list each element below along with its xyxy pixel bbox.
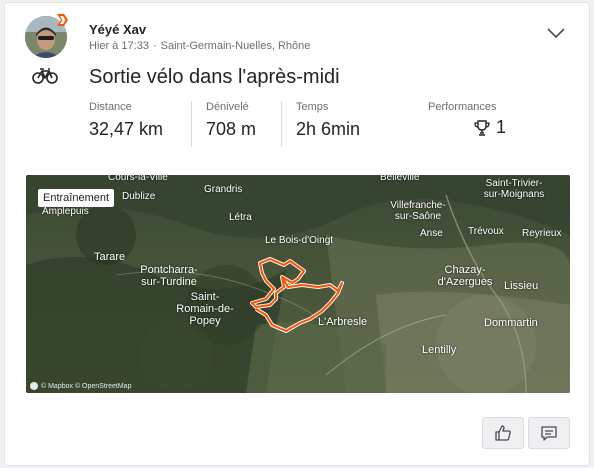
stat-distance: Distance 32,47 km [89,101,163,147]
map-label: Lentilly [422,344,457,356]
map-label: Dommartin [484,317,538,329]
workout-tag: Entraînement [38,189,115,207]
stat-elevation: Dénivelé 708 m [191,101,256,147]
map-label: Tarare [94,251,126,263]
comment-button[interactable] [528,417,570,449]
stat-label: Temps [296,101,329,113]
stat-label: Performances [428,101,497,113]
map-attribution[interactable]: © Mapbox © OpenStreetMap [30,382,131,390]
activity-time: Hier à 17:33 [89,40,149,52]
stat-label: Dénivelé [206,101,249,113]
trophy-count: 1 [472,117,506,138]
map-label: Trévoux [468,226,504,237]
activity-location: Saint-Germain-Nuelles, Rhône [160,40,311,52]
chevron-down-icon[interactable] [545,25,567,41]
comment-icon [541,426,557,441]
activity-title[interactable]: Sortie vélo dans l'après-midi [89,66,340,89]
map-label: Belleville [380,175,420,183]
activity-stats: Distance 32,47 km Dénivelé 708 m Temps 2… [89,101,579,147]
stat-label: Distance [89,101,132,113]
map-label: Pontcharra-sur-Turdine [140,264,198,288]
stat-value: 1 [496,117,507,137]
map-label: Cours-la-Ville [108,175,168,183]
bike-icon [32,68,58,84]
map-label: Grandris [204,184,243,195]
map-label: Dublize [122,191,156,202]
map-label: Amplepuis [42,206,89,217]
map-label: Villefranche-sur-Saône [390,200,446,222]
stat-time: Temps 2h 6min [281,101,360,147]
map-label: Lissieu [504,280,539,292]
trophy-icon [474,119,490,136]
map-label: Saint-Trivier-sur-Moignans [483,178,545,200]
athlete-name[interactable]: Yéyé Xav [89,22,146,37]
activity-meta: Hier à 17:33 · Saint-Germain-Nuelles, Rhôn… [89,40,310,52]
mapbox-logo-icon [30,382,38,390]
map-label: Létra [229,212,252,223]
map-label: Saint-Romain-de-Popey [176,291,234,327]
meta-separator: · [152,40,157,52]
route-map[interactable]: Entraînement Cours-la-Ville Dublize Ampl… [26,175,570,393]
map-label: Chazay-d'Azergues [437,264,493,288]
activity-card: Yéyé Xav Hier à 17:33 · Saint-Germain-Nuel… [4,2,590,466]
stat-performances[interactable]: Performances 1 [428,101,506,147]
kudos-button[interactable] [482,417,524,449]
attribution-text: © Mapbox © OpenStreetMap [41,382,132,390]
map-label: L'Arbresle [318,316,368,328]
map-label: Anse [420,228,443,239]
map-label: Reyrieux [522,228,562,239]
map-label: Le Bois-d'Oingt [265,235,334,246]
thumbs-up-icon [495,425,511,441]
strava-subscriber-badge-icon [57,14,68,26]
stat-value: 32,47 km [89,119,164,139]
stat-value: 2h 6min [296,119,361,139]
stat-value: 708 m [206,119,257,139]
